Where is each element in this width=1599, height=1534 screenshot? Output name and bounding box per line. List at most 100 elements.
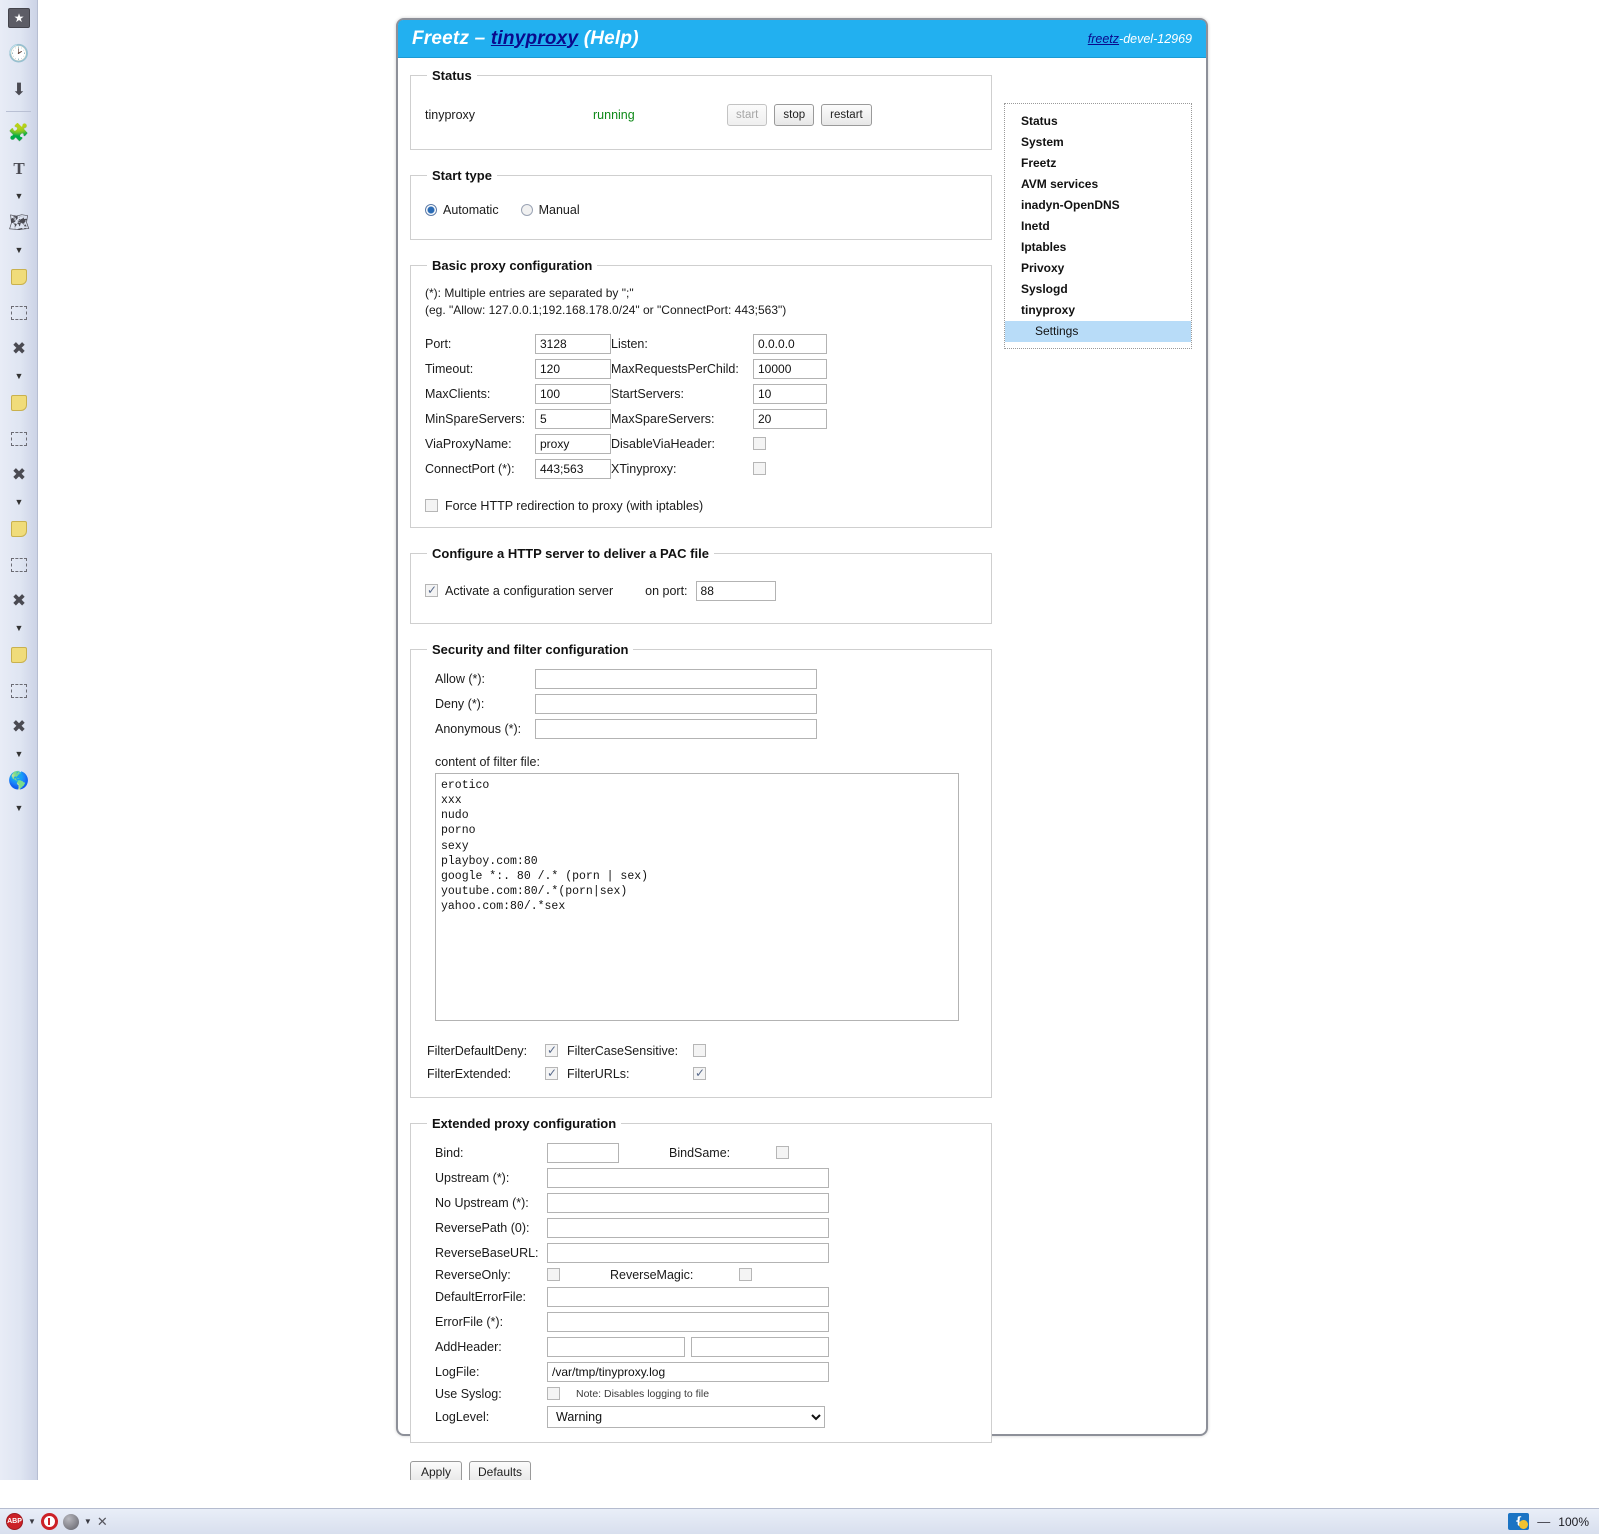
chevron-down-icon[interactable]: ▼	[84, 1517, 92, 1526]
maxspareservers-input[interactable]	[753, 408, 827, 429]
start-type-manual-radio[interactable]	[520, 204, 533, 216]
pac-port-input[interactable]	[695, 580, 776, 601]
noscript-icon[interactable]	[40, 1513, 58, 1530]
text-tool-icon[interactable]: T	[0, 151, 38, 187]
defaults-button[interactable]: Defaults	[469, 1460, 532, 1480]
minspareservers-input[interactable]	[535, 408, 611, 429]
noupstream-input[interactable]	[547, 1192, 829, 1213]
basic-hint-line2: (eg. "Allow: 127.0.0.1;192.168.178.0/24"…	[425, 303, 787, 318]
nav-item-iptables[interactable]: Iptables	[1005, 237, 1191, 258]
select-region-icon[interactable]	[0, 295, 38, 331]
bookmark-star-icon[interactable]: ★	[0, 0, 38, 36]
nav-item-syslogd[interactable]: Syslogd	[1005, 279, 1191, 300]
xtinyproxy-checkbox[interactable]	[753, 462, 766, 476]
maxclients-input[interactable]	[535, 383, 611, 404]
chevron-down-icon[interactable]: ▼	[0, 493, 38, 511]
chevron-down-icon[interactable]: ▼	[28, 1517, 36, 1526]
reversebaseurl-input[interactable]	[547, 1242, 829, 1263]
allow-input[interactable]	[535, 668, 817, 689]
close-icon[interactable]: ✕	[97, 1514, 108, 1530]
chevron-down-icon[interactable]: ▼	[0, 367, 38, 385]
addheader-value-input[interactable]	[691, 1336, 829, 1357]
sticky-note-icon[interactable]	[0, 259, 38, 295]
nav-item-inetd[interactable]: Inetd	[1005, 216, 1191, 237]
port-input[interactable]	[535, 333, 611, 354]
nav-item-freetz[interactable]: Freetz	[1005, 153, 1191, 174]
filtercasesensitive-checkbox[interactable]	[693, 1044, 706, 1058]
force-redirect-checkbox[interactable]	[425, 499, 438, 513]
block-image-icon[interactable]: ✖	[0, 457, 38, 493]
addheader-row	[547, 1336, 979, 1357]
block-image-icon[interactable]: ✖	[0, 331, 38, 367]
nav-item-settings[interactable]: Settings	[1005, 321, 1191, 342]
bindsame-checkbox[interactable]	[776, 1146, 790, 1160]
chevron-down-icon[interactable]: ▼	[0, 187, 38, 205]
timeout-input[interactable]	[535, 358, 611, 379]
basic-proxy-legend: Basic proxy configuration	[432, 258, 593, 273]
addheader-name-input[interactable]	[547, 1336, 685, 1357]
reverseonly-checkbox[interactable]	[547, 1268, 560, 1282]
reversemagic-checkbox[interactable]	[739, 1268, 753, 1282]
chevron-down-icon[interactable]: ▼	[0, 619, 38, 637]
start-button[interactable]: start	[727, 104, 768, 126]
deny-input[interactable]	[535, 693, 817, 714]
block-image-icon[interactable]: ✖	[0, 583, 38, 619]
tinyproxy-link[interactable]: tinyproxy	[491, 28, 578, 49]
select-region-icon[interactable]	[0, 547, 38, 583]
pac-port-label: on port:	[645, 583, 688, 598]
maxrequestsperchild-input[interactable]	[753, 358, 827, 379]
loglevel-select[interactable]: CriticalErrorWarningNoticeConnectInfo	[547, 1405, 825, 1428]
addon-puzzle-icon[interactable]: 🧩	[0, 115, 38, 151]
reversepath-input[interactable]	[547, 1217, 829, 1238]
extended-proxy-legend: Extended proxy configuration	[432, 1115, 617, 1131]
adblock-plus-icon[interactable]: ABP	[6, 1513, 23, 1530]
pac-activate-checkbox[interactable]	[425, 583, 438, 598]
errorfile-input[interactable]	[547, 1311, 829, 1332]
filterdefaultdeny-checkbox[interactable]	[545, 1043, 558, 1058]
select-region-icon[interactable]	[0, 673, 38, 709]
bind-input[interactable]	[547, 1142, 619, 1163]
connectport-input[interactable]	[535, 458, 611, 479]
defaulterrorfile-input[interactable]	[547, 1286, 829, 1307]
block-image-icon[interactable]: ✖	[0, 709, 38, 745]
disableviaheader-checkbox[interactable]	[753, 437, 766, 451]
globe-icon[interactable]: 🌎	[0, 763, 38, 799]
stop-button[interactable]: stop	[774, 104, 815, 126]
download-arrow-icon[interactable]: ⬇	[0, 72, 38, 108]
listen-input[interactable]	[753, 333, 827, 354]
nav-item-avm-services[interactable]: AVM services	[1005, 174, 1191, 195]
chevron-down-icon[interactable]: ▼	[0, 745, 38, 763]
image-tools-icon[interactable]: 🗺	[0, 205, 38, 241]
filterextended-checkbox[interactable]	[545, 1066, 558, 1081]
upstream-input[interactable]	[547, 1167, 829, 1188]
select-region-icon[interactable]	[0, 421, 38, 457]
logfile-input[interactable]	[547, 1361, 829, 1382]
filterurls-checkbox[interactable]	[693, 1066, 706, 1081]
apply-button[interactable]: Apply	[410, 1460, 462, 1480]
nav-item-status[interactable]: Status	[1005, 111, 1191, 132]
nav-item-inadyn-opendns[interactable]: inadyn-OpenDNS	[1005, 195, 1191, 216]
xmarks-icon[interactable]: ❴	[1508, 1513, 1530, 1530]
sticky-note-icon[interactable]	[0, 637, 38, 673]
nav-item-tinyproxy[interactable]: tinyproxy	[1005, 300, 1191, 321]
sticky-note-icon[interactable]	[0, 385, 38, 421]
service-status-row: tinyproxy running start stop restart	[425, 95, 979, 135]
sticky-note-icon[interactable]	[0, 511, 38, 547]
history-clock-icon[interactable]: 🕑	[0, 36, 38, 72]
restart-button[interactable]: restart	[821, 104, 872, 126]
globe-icon[interactable]	[62, 1513, 79, 1530]
freetz-link[interactable]: freetz	[1088, 32, 1119, 46]
viaproxyname-input[interactable]	[535, 433, 611, 454]
nav-item-system[interactable]: System	[1005, 132, 1191, 153]
nav-item-privoxy[interactable]: Privoxy	[1005, 258, 1191, 279]
zoom-out-button[interactable]: —	[1537, 1514, 1550, 1529]
bind-label: Bind:	[435, 1145, 464, 1160]
service-state: running	[593, 108, 635, 122]
startservers-input[interactable]	[753, 383, 827, 404]
usesyslog-checkbox[interactable]	[547, 1387, 560, 1401]
start-type-automatic-radio[interactable]	[425, 204, 437, 216]
chevron-down-icon[interactable]: ▼	[0, 799, 38, 817]
chevron-down-icon[interactable]: ▼	[0, 241, 38, 259]
anonymous-input[interactable]	[535, 718, 817, 739]
filter-file-textarea[interactable]: erotico xxx nudo porno sexy playboy.com:…	[435, 772, 959, 1021]
